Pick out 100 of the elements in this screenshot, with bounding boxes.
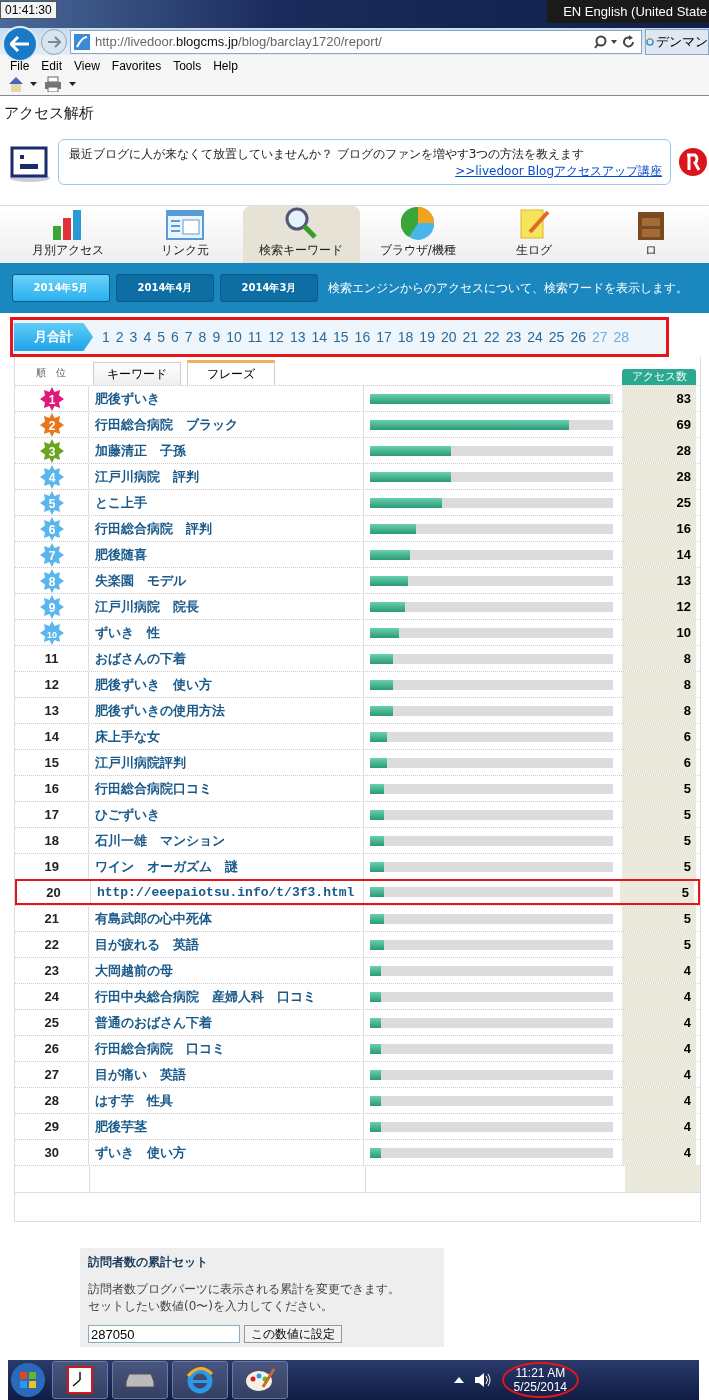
day-link[interactable]: 9	[209, 329, 224, 345]
search-phrase[interactable]: 石川一雄 マンション	[88, 828, 364, 853]
day-link[interactable]: 8	[195, 329, 210, 345]
language-bar[interactable]: EN English (United State	[547, 0, 709, 23]
speaker-icon[interactable]	[473, 1372, 492, 1388]
month-tab[interactable]: 2014年3月	[220, 274, 318, 302]
search-phrase[interactable]: とこ上手	[88, 490, 364, 515]
drive-app-button[interactable]	[112, 1361, 168, 1399]
day-link[interactable]: 17	[373, 329, 395, 345]
day-link[interactable]: 20	[437, 329, 460, 345]
pie-chart-icon	[400, 206, 435, 240]
search-phrase[interactable]: ずいき 使い方	[88, 1140, 364, 1165]
day-link[interactable]: 23	[502, 329, 525, 345]
promo-link[interactable]: >>livedoor Blogアクセスアップ講座	[455, 163, 662, 180]
home-icon[interactable]	[8, 76, 38, 92]
search-phrase[interactable]: 行田総合病院口コミ	[88, 776, 364, 801]
search-phrase[interactable]: ずいき 性	[88, 620, 364, 645]
day-link[interactable]: 26	[567, 329, 589, 345]
search-phrase[interactable]: ワイン オーガズム 謎	[88, 854, 364, 879]
forward-button[interactable]	[41, 28, 67, 55]
day-link[interactable]: 25	[545, 329, 568, 345]
search-phrase[interactable]: 目が疲れる 英語	[88, 932, 364, 957]
search-phrase[interactable]: 失楽園 モデル	[88, 568, 364, 593]
rank-number: 27	[44, 1067, 59, 1082]
search-phrase[interactable]: 行田総合病院 ブラック	[88, 412, 364, 437]
search-phrase[interactable]: 江戸川病院評判	[88, 750, 364, 775]
nav-tab[interactable]: 検索キーワード	[243, 206, 360, 263]
taskbar-clock[interactable]: 11:21 AM 5/25/2014	[501, 1362, 579, 1398]
day-link[interactable]: 3	[126, 329, 141, 345]
set-counter-button[interactable]: この数値に設定	[244, 1325, 342, 1343]
search-phrase[interactable]: 有島武郎の心中死体	[88, 906, 364, 931]
day-link[interactable]: 11	[244, 329, 266, 345]
nav-tab[interactable]: 月別アクセス	[10, 206, 127, 263]
search-phrase[interactable]: 床上手な女	[88, 724, 364, 749]
browser-app-button[interactable]	[172, 1361, 228, 1399]
day-link[interactable]: 1	[99, 329, 113, 345]
day-link[interactable]: 14	[308, 329, 331, 345]
search-phrase[interactable]: 加藤清正 子孫	[88, 438, 364, 463]
feather-icon	[74, 33, 90, 50]
search-phrase[interactable]: 江戸川病院 評判	[88, 464, 364, 489]
search-phrase[interactable]: 肥後ずいきの使用方法	[88, 698, 364, 723]
day-link[interactable]: 16	[351, 329, 374, 345]
day-link[interactable]: 22	[481, 329, 503, 345]
search-icon[interactable]	[594, 34, 618, 49]
access-count: 13	[621, 568, 696, 593]
rank-star-badge: 4	[39, 464, 64, 489]
search-phrase[interactable]: はす芋 性具	[88, 1088, 364, 1113]
search-phrase[interactable]: おばさんの下着	[88, 646, 364, 671]
nav-tab[interactable]: ブラウザ/機種	[359, 206, 476, 263]
browser-tab[interactable]: デンマン	[645, 28, 709, 55]
search-phrase[interactable]: 行田中央総合病院 産婦人科 口コミ	[88, 984, 364, 1009]
search-phrase[interactable]: 江戸川病院 院長	[88, 594, 364, 619]
day-link[interactable]: 7	[181, 329, 196, 345]
nav-tab[interactable]: ロ	[592, 206, 709, 263]
day-link[interactable]: 4	[140, 329, 155, 345]
arrow-left-icon	[10, 35, 30, 52]
counter-input[interactable]: 287050	[88, 1325, 240, 1343]
printer-icon[interactable]	[44, 76, 78, 92]
menu-item[interactable]: Tools	[169, 59, 210, 73]
day-link[interactable]: 10	[223, 329, 245, 345]
search-phrase[interactable]: 行田総合病院 口コミ	[88, 1036, 364, 1061]
nav-tab[interactable]: 生ログ	[476, 206, 593, 263]
clock-app-button[interactable]	[52, 1361, 108, 1399]
view-tab[interactable]: フレーズ	[187, 360, 275, 385]
day-link[interactable]: 21	[459, 329, 482, 345]
refresh-icon[interactable]	[623, 34, 635, 49]
search-phrase[interactable]: 行田総合病院 評判	[88, 516, 364, 541]
day-link[interactable]: 6	[168, 329, 182, 345]
search-phrase[interactable]: http://eeepaiotsu.info/t/3f3.html	[89, 881, 364, 903]
menu-item[interactable]: Favorites	[107, 59, 170, 73]
menu-item[interactable]: Help	[209, 59, 246, 73]
day-link[interactable]: 19	[416, 329, 438, 345]
paint-app-button[interactable]	[232, 1361, 288, 1399]
start-button[interactable]	[8, 1362, 48, 1398]
month-tab[interactable]: 2014年4月	[116, 274, 214, 302]
view-tab[interactable]: キーワード	[93, 362, 181, 385]
day-link[interactable]: 13	[286, 329, 309, 345]
menu-item[interactable]: View	[70, 59, 108, 73]
search-phrase[interactable]: ひごずいき	[88, 802, 364, 827]
day-link[interactable]: 2	[112, 329, 127, 345]
day-link[interactable]: 24	[524, 329, 546, 345]
day-link[interactable]: 15	[330, 329, 352, 345]
search-phrase[interactable]: 肥後随喜	[88, 542, 364, 567]
rank-number: 18	[44, 833, 59, 848]
menu-item[interactable]: Edit	[37, 59, 71, 73]
day-link[interactable]: 12	[265, 329, 287, 345]
menu-item[interactable]: File	[6, 59, 38, 73]
search-phrase[interactable]: 肥後ずいき 使い方	[88, 672, 364, 697]
search-phrase[interactable]: 肥後芋茎	[88, 1114, 364, 1139]
show-hidden-icon[interactable]	[453, 1377, 464, 1383]
day-link[interactable]: 18	[394, 329, 417, 345]
day-link[interactable]: 5	[154, 329, 168, 345]
address-field[interactable]: http://livedoor.blogcms.jp/blog/barclay1720/report/	[70, 29, 642, 54]
search-phrase[interactable]: 肥後ずいき	[88, 386, 364, 411]
nav-tab[interactable]: リンク元	[126, 206, 243, 263]
search-phrase[interactable]: 目が痛い 英語	[88, 1062, 364, 1087]
search-phrase[interactable]: 大岡越前の母	[88, 958, 364, 983]
access-count: 12	[621, 594, 696, 619]
search-phrase[interactable]: 普通のおばさん下着	[88, 1010, 364, 1035]
rank-number: 25	[44, 1015, 59, 1030]
